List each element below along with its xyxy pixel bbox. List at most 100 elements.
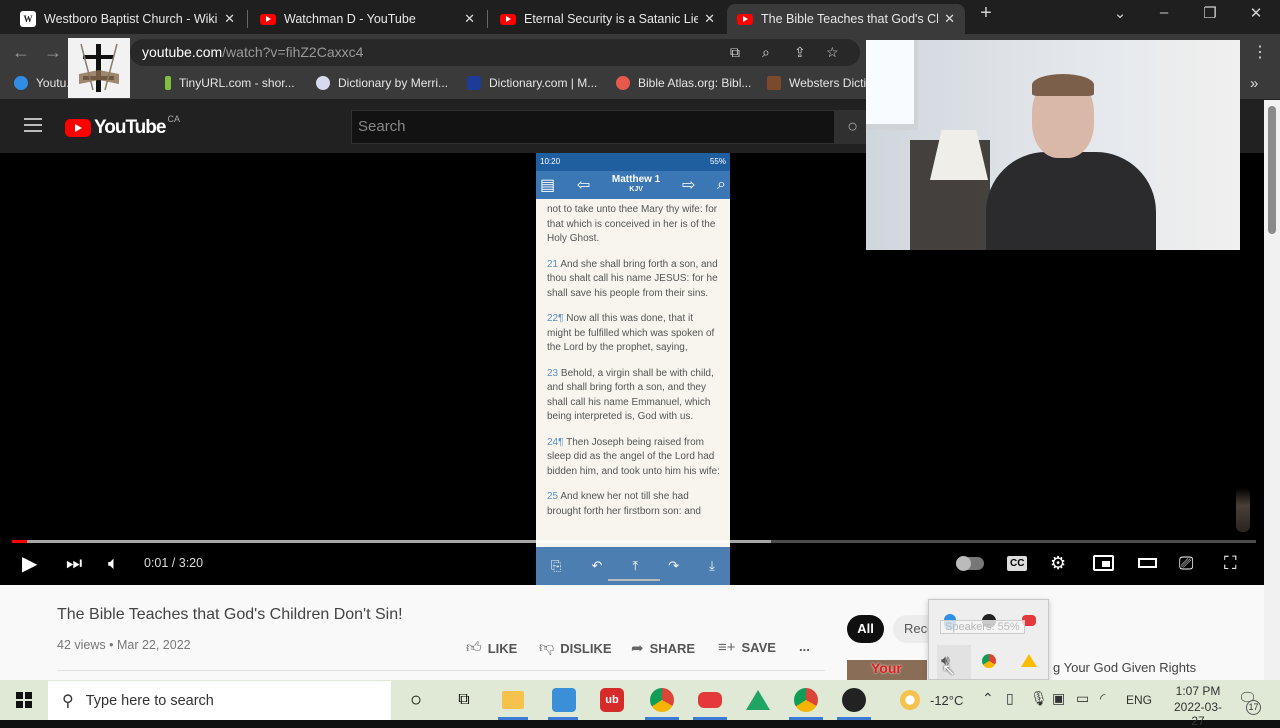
settings-gear-icon[interactable]: ⚙	[1050, 553, 1066, 573]
page-scrollbar-thumb[interactable]	[1268, 106, 1276, 234]
browser-menu-button[interactable]: ⋮	[1252, 42, 1268, 62]
cloud-download-icon	[14, 76, 28, 90]
language-indicator[interactable]: ENG	[1126, 693, 1152, 707]
share-arrow-icon: ➦	[631, 640, 644, 657]
youtube-logo[interactable]: YouTube CA	[65, 114, 180, 139]
chrome-icon[interactable]	[982, 654, 996, 668]
search-icon: ⚲	[62, 692, 74, 710]
presenter-body	[986, 152, 1156, 250]
file-explorer-icon[interactable]	[502, 691, 524, 709]
video-progress-bar[interactable]	[12, 540, 1256, 543]
tab-divider	[487, 10, 488, 28]
zoom-icon[interactable]: ⌕	[762, 44, 770, 61]
tab-westboro[interactable]: W Westboro Baptist Church - Wikip ✕	[10, 4, 245, 34]
taskbar-search-input[interactable]: ⚲ Type here to search	[48, 681, 391, 720]
verse: 24¶ Then Joseph being raised from sleep …	[547, 436, 720, 477]
restore-button[interactable]: ❐	[1190, 4, 1230, 22]
bookmark-merriam[interactable]: Dictionary by Merri...	[316, 76, 448, 90]
wikipedia-icon: W	[20, 11, 36, 27]
hamburger-menu-icon[interactable]	[24, 118, 42, 132]
weather-temp[interactable]: -12°C	[930, 693, 963, 708]
bookmark-dictionary[interactable]: Dictionary.com | M...	[467, 76, 597, 90]
search-icon[interactable]: ○	[835, 110, 870, 144]
bookmarks-overflow-button[interactable]: »	[1250, 75, 1258, 92]
address-bar[interactable]: youtube.com/watch?v=fihZ2Caxxc4	[130, 39, 860, 66]
phone-forward-icon: ↷	[668, 558, 680, 573]
windows-start-icon[interactable]	[16, 692, 32, 708]
merriam-webster-icon	[316, 76, 330, 90]
like-button[interactable]: 👍︎ LIKE	[466, 639, 517, 657]
screen-capture-icon[interactable]: ▣	[1052, 690, 1065, 707]
recommended-title[interactable]: g Your God Given Rights	[1053, 660, 1196, 675]
close-tab-icon[interactable]: ✕	[944, 11, 955, 27]
tab-active-bible-teaches[interactable]: The Bible Teaches that God's Chil ✕	[727, 4, 965, 34]
play-button[interactable]: ▶	[22, 553, 37, 575]
volume-icon[interactable]: 🔈︎	[108, 553, 119, 573]
tab-search-button[interactable]: ⌄	[1100, 4, 1140, 22]
verse: 25 And knew her not till she had brought…	[547, 491, 701, 517]
minimize-button[interactable]: –	[1144, 4, 1184, 21]
phone-status-bar: 10:20 55%	[536, 153, 730, 171]
fullscreen-button[interactable]: ⛶	[1224, 553, 1237, 573]
address-domain: youtube.com	[142, 44, 223, 60]
new-tab-button[interactable]: +	[966, 2, 1006, 25]
microphone-icon[interactable]: 🎙︎	[1030, 690, 1048, 707]
meet-now-icon[interactable]: ▯	[1006, 690, 1014, 707]
obs-taskbar-icon[interactable]	[842, 688, 866, 712]
bookmark-websters[interactable]: Websters Dicti	[767, 76, 866, 90]
google-drive-icon[interactable]	[1021, 654, 1037, 667]
cortana-icon[interactable]: ○	[404, 688, 428, 712]
bible-atlas-icon	[616, 76, 630, 90]
show-hidden-icons-chevron-icon[interactable]: ⌃	[982, 690, 994, 707]
miniplayer-button[interactable]	[1093, 555, 1114, 571]
save-button[interactable]: ≡+ SAVE	[718, 639, 776, 656]
share-page-icon[interactable]: ⇪	[794, 44, 806, 61]
close-tab-icon[interactable]: ✕	[704, 11, 715, 27]
chrome-taskbar-icon[interactable]	[794, 688, 818, 712]
mouse-cursor-icon: ↖	[942, 662, 956, 679]
youtube-play-icon	[65, 119, 91, 137]
wifi-icon[interactable]: ◜	[1100, 690, 1105, 707]
bookmark-bible-atlas[interactable]: Bible Atlas.org: Bibl...	[616, 76, 751, 90]
battery-icon[interactable]: ▭	[1076, 690, 1089, 707]
share-button[interactable]: ➦ SHARE	[631, 639, 695, 657]
buffered-bar	[12, 540, 771, 543]
phone-back-icon: ↶	[591, 558, 603, 573]
task-view-icon[interactable]: ⧉	[452, 688, 476, 712]
writer-app-icon[interactable]	[552, 688, 576, 712]
back-button[interactable]: ←	[12, 42, 30, 63]
divider	[57, 670, 825, 671]
ublock-icon[interactable]: ub	[600, 688, 624, 712]
google-drive-taskbar-icon[interactable]	[746, 690, 770, 710]
tab-eternal-security[interactable]: Eternal Security is a Satanic Lie! - ✕	[490, 4, 725, 34]
captions-button[interactable]: CC	[1007, 556, 1028, 571]
bookmark-star-icon[interactable]: ☆	[826, 44, 839, 61]
more-actions-button[interactable]: ...	[799, 639, 810, 654]
next-video-button[interactable]: ⏭	[66, 553, 82, 573]
clock[interactable]: 1:07 PM 2022-03-27	[1170, 684, 1226, 728]
recommended-thumbnail[interactable]: Your	[847, 660, 927, 680]
presenter-hair	[1032, 74, 1094, 96]
dislike-button[interactable]: 👎︎ DISLIKE	[539, 639, 612, 657]
youtube-search-input[interactable]: Search	[351, 110, 835, 144]
autoplay-toggle[interactable]	[956, 556, 984, 571]
phone-top-icon: ⤒	[632, 558, 639, 573]
watermark-figure	[1236, 488, 1250, 532]
close-tab-icon[interactable]: ✕	[224, 11, 235, 27]
chrome-profile-icon[interactable]	[650, 688, 674, 712]
open-in-app-icon[interactable]: ⧉	[730, 44, 740, 61]
chip-all[interactable]: All	[847, 615, 884, 643]
bookmark-tinyurl[interactable]: TinyURL.com - shor...	[165, 76, 295, 90]
close-tab-icon[interactable]: ✕	[464, 11, 475, 27]
expressvpn-taskbar-icon[interactable]	[698, 692, 722, 708]
tinyurl-icon	[165, 76, 171, 90]
theater-mode-button[interactable]	[1138, 558, 1157, 568]
video-phone-screen: 10:20 55% ▤ ⇦ Matthew 1 KJV ⇨ ⌕ not to ta…	[536, 153, 730, 585]
close-window-button[interactable]: ✕	[1236, 4, 1276, 22]
cast-icon[interactable]: ⎚	[1179, 553, 1193, 573]
next-chapter-icon: ⇨	[681, 177, 696, 194]
verse: 22¶ Now all this was done, that it might…	[547, 313, 715, 353]
tab-watchman[interactable]: Watchman D - YouTube ✕	[250, 4, 485, 34]
forward-button[interactable]: →	[44, 42, 62, 63]
weather-icon[interactable]	[900, 690, 920, 710]
